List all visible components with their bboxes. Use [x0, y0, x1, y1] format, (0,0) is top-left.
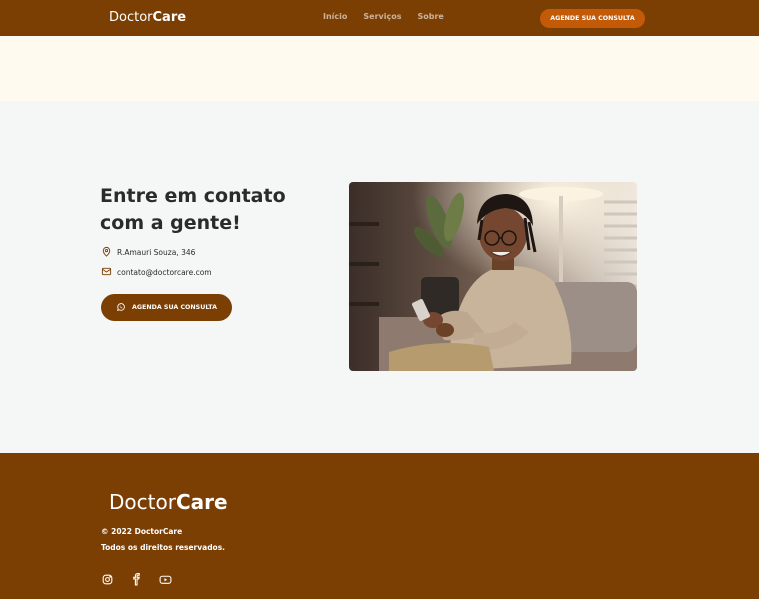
youtube-icon[interactable]	[159, 571, 172, 584]
email-text[interactable]: contato@doctorcare.com	[117, 268, 212, 277]
contact-address: R.Amauri Souza, 346	[101, 246, 195, 259]
nav-item-inicio[interactable]: Início	[323, 12, 347, 21]
whatsapp-schedule-button[interactable]: AGENDA SUA CONSULTA	[101, 294, 232, 321]
address-text: R.Amauri Souza, 346	[117, 248, 196, 257]
contact-email: contato@doctorcare.com	[101, 266, 212, 279]
map-pin-icon	[101, 246, 112, 259]
copyright-text: © 2022 DoctorCare	[101, 527, 183, 536]
footer-brand-bold: Care	[175, 490, 228, 514]
nav-item-sobre[interactable]: Sobre	[418, 12, 444, 21]
footer-brand-regular: Doctor	[109, 490, 176, 514]
footer: DoctorCare © 2022 DoctorCare Todos os di…	[0, 453, 759, 599]
nav-item-servicos[interactable]: Serviços	[363, 12, 401, 21]
main-nav: Início Serviços Sobre	[323, 12, 444, 21]
contact-photo	[349, 182, 637, 371]
instagram-icon[interactable]	[101, 571, 114, 585]
social-links	[101, 571, 172, 586]
top-navbar: DoctorCare Início Serviços Sobre AGENDE …	[0, 0, 759, 36]
footer-logo[interactable]: DoctorCare	[109, 490, 228, 514]
contact-title: Entre em contato com a gente!	[100, 185, 286, 234]
brand-logo[interactable]: DoctorCare	[109, 10, 186, 25]
whatsapp-button-label: AGENDA SUA CONSULTA	[132, 304, 217, 311]
rights-text: Todos os direitos reservados.	[101, 543, 226, 552]
whatsapp-icon	[116, 302, 126, 314]
brand-regular: Doctor	[109, 10, 153, 25]
hero-section	[0, 36, 759, 101]
facebook-icon[interactable]	[130, 571, 143, 586]
schedule-button[interactable]: AGENDE SUA CONSULTA	[540, 9, 645, 28]
mail-icon	[101, 266, 112, 279]
brand-bold: Care	[152, 10, 187, 25]
